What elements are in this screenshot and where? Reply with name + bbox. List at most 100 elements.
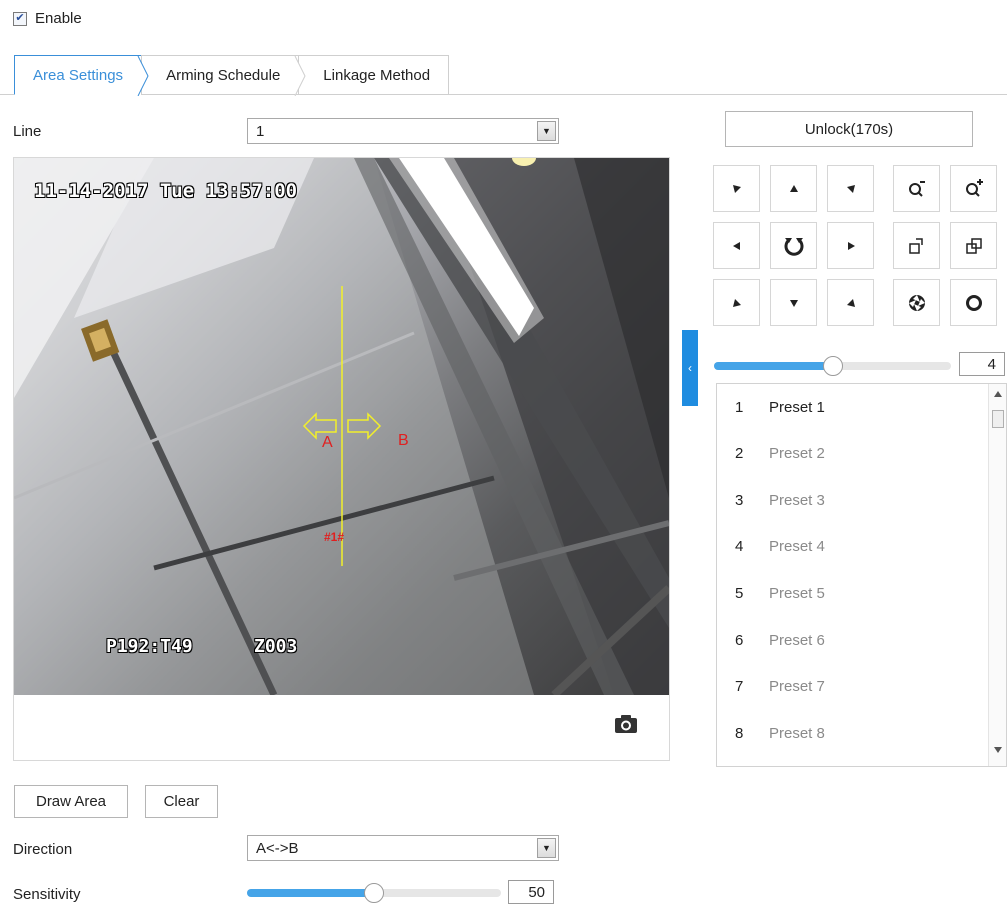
preset-item[interactable]: 3 Preset 3 (717, 477, 987, 523)
line-tag: #1# (324, 530, 345, 544)
iris-close-button[interactable] (950, 279, 997, 326)
ptz-up-right-button[interactable] (827, 165, 874, 212)
line-label-a: A (322, 434, 333, 451)
dropdown-arrow-icon: ▼ (537, 838, 556, 858)
enable-label: Enable (35, 10, 82, 27)
preset-scrollbar[interactable] (988, 384, 1006, 766)
ptz-speed-value-field[interactable]: 4 (959, 352, 1005, 376)
preset-list: 1 Preset 1 2 Preset 2 3 Preset 3 4 Preset 4 5 Pre… (716, 383, 1007, 767)
direction-select-value: A<->B (256, 839, 299, 857)
ptz-auto-button[interactable] (770, 222, 817, 269)
ptz-speed-slider[interactable] (714, 356, 951, 376)
dropdown-arrow-icon: ▼ (537, 121, 556, 141)
arrow-up-left-icon (846, 298, 855, 307)
tab-linkage-method[interactable]: Linkage Method (298, 55, 450, 95)
zoom-out-button[interactable] (893, 165, 940, 212)
sensitivity-label: Sensitivity (13, 886, 81, 903)
tab-separator-icon (294, 56, 306, 96)
focus-near-button[interactable] (893, 222, 940, 269)
iris-open-icon (908, 294, 925, 311)
live-video[interactable]: 11-14-2017 Tue 13:57:00 P192:T49 Z003 A … (14, 158, 669, 695)
arrow-left-icon (732, 241, 740, 250)
line-select-value: 1 (256, 122, 265, 140)
ptz-down-left-button[interactable] (713, 279, 760, 326)
preset-name: Preset 8 (769, 724, 825, 742)
video-scene (14, 158, 669, 695)
preset-item[interactable]: 5 Preset 5 (717, 570, 987, 616)
preset-number: 3 (735, 491, 744, 509)
focus-far-button[interactable] (950, 222, 997, 269)
line-select[interactable]: 1 ▼ (247, 118, 559, 144)
scroll-up-icon[interactable] (993, 390, 1003, 398)
ptz-up-button[interactable] (770, 165, 817, 212)
iris-open-button[interactable] (893, 279, 940, 326)
direction-label: Direction (13, 841, 73, 858)
tab-arming-schedule-label: Arming Schedule (166, 66, 281, 84)
ptz-down-right-button[interactable] (827, 279, 874, 326)
enable-checkbox[interactable]: ✔ (13, 11, 27, 26)
preset-number: 2 (735, 445, 744, 463)
preset-item[interactable]: 8 Preset 8 (717, 710, 987, 756)
osd-ptz-position: P192:T49 (106, 636, 193, 657)
tab-linkage-method-label: Linkage Method (323, 66, 431, 84)
direction-select[interactable]: A<->B ▼ (247, 835, 559, 861)
osd-zoom: Z003 (254, 636, 298, 657)
preset-item[interactable]: 4 Preset 4 (717, 524, 987, 570)
sensitivity-slider-fill (247, 889, 374, 897)
ptz-left-button[interactable] (713, 222, 760, 269)
camera-icon[interactable] (614, 714, 638, 734)
scroll-thumb[interactable] (992, 410, 1004, 428)
arrow-down-right-icon (732, 184, 741, 193)
iris-close-icon (965, 294, 982, 311)
sensitivity-slider[interactable] (247, 883, 501, 903)
refresh-icon (784, 237, 803, 256)
preset-name: Preset 7 (769, 678, 825, 696)
sensitivity-slider-thumb[interactable] (364, 883, 384, 903)
clear-button[interactable]: Clear (145, 785, 218, 818)
tab-separator-icon (137, 56, 149, 96)
preset-name: Preset 6 (769, 631, 825, 649)
preset-name: Preset 3 (769, 491, 825, 509)
preset-item[interactable]: 6 Preset 6 (717, 617, 987, 663)
ptz-up-left-button[interactable] (713, 165, 760, 212)
zoom-in-icon (965, 178, 983, 197)
arrow-right-icon (847, 241, 855, 250)
preset-number: 5 (735, 584, 744, 602)
preset-number: 7 (735, 678, 744, 696)
draw-area-button[interactable]: Draw Area (14, 785, 128, 818)
arrow-up-icon (789, 184, 798, 192)
preset-number: 6 (735, 631, 744, 649)
preset-number: 4 (735, 538, 744, 556)
chevron-left-icon: ‹ (688, 361, 692, 375)
arrow-down-icon (789, 299, 798, 307)
osd-timestamp: 11-14-2017 Tue 13:57:00 (34, 180, 298, 202)
tab-area-settings-label: Area Settings (33, 66, 124, 84)
line-label: Line (13, 123, 42, 140)
collapse-panel-button[interactable]: ‹ (682, 330, 698, 406)
arrow-up-right-icon (732, 298, 741, 307)
preset-item[interactable]: 2 Preset 2 (717, 431, 987, 477)
preset-name: Preset 2 (769, 445, 825, 463)
zoom-out-icon (908, 180, 925, 197)
tab-bar: Area Settings Arming Schedule Linkage Me… (14, 55, 450, 96)
line-label-b: B (398, 432, 409, 449)
focus-far-icon (965, 237, 982, 254)
enable-row: ✔ Enable (13, 10, 82, 27)
scroll-down-icon[interactable] (993, 746, 1003, 754)
preset-item[interactable]: 7 Preset 7 (717, 664, 987, 710)
ptz-speed-slider-fill (714, 362, 833, 370)
focus-near-icon (908, 237, 923, 254)
arrow-down-left-icon (846, 184, 855, 193)
tab-arming-schedule[interactable]: Arming Schedule (141, 55, 306, 96)
ptz-right-button[interactable] (827, 222, 874, 269)
ptz-speed-slider-thumb[interactable] (823, 356, 843, 376)
ptz-down-button[interactable] (770, 279, 817, 326)
preset-number: 8 (735, 724, 744, 742)
tab-area-settings[interactable]: Area Settings (14, 55, 149, 96)
preset-name: Preset 5 (769, 584, 825, 602)
sensitivity-value-field[interactable]: 50 (508, 880, 554, 904)
preset-item[interactable]: 1 Preset 1 (717, 384, 987, 430)
preset-name: Preset 1 (769, 398, 825, 416)
unlock-button[interactable]: Unlock(170s) (725, 111, 973, 147)
zoom-in-button[interactable] (950, 165, 997, 212)
